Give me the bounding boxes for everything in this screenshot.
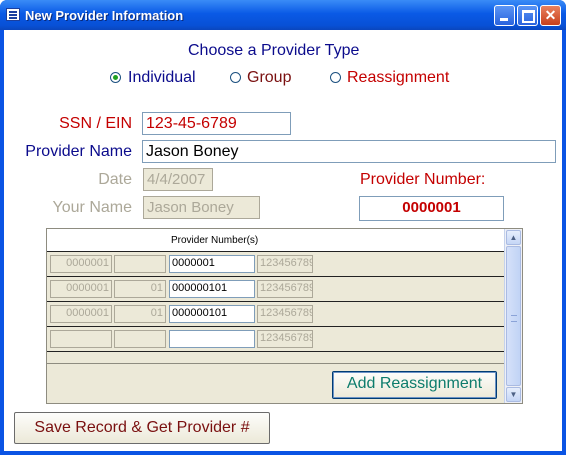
close-button[interactable]: ✕	[540, 5, 561, 26]
provider-name-field[interactable]: Jason Boney	[142, 140, 556, 163]
suffix-cell: 01	[114, 305, 166, 323]
scroll-thumb[interactable]	[506, 246, 521, 386]
subform-footer-divider	[47, 363, 506, 364]
provider-number-field: 0000001	[359, 196, 504, 221]
window-title: New Provider Information	[25, 8, 184, 23]
date-field: 4/4/2007	[143, 168, 213, 191]
subform-header: Provider Number(s)	[47, 229, 506, 252]
combined-number-input[interactable]: 000000101	[169, 280, 255, 298]
radio-reassignment-indicator[interactable]	[330, 72, 341, 83]
maximize-button[interactable]	[517, 5, 538, 26]
suffix-cell	[114, 255, 166, 273]
your-name-label: Your Name	[52, 199, 132, 216]
id-number-cell: 123456789	[257, 330, 313, 348]
id-number-cell: 123456789	[257, 305, 313, 323]
scroll-down-icon[interactable]: ▼	[506, 387, 521, 402]
scroll-up-icon[interactable]: ▲	[506, 230, 521, 245]
provider-number-label: Provider Number:	[360, 171, 486, 188]
radio-group-label[interactable]: Group	[247, 69, 291, 87]
id-number-cell: 123456789	[257, 280, 313, 298]
your-name-field: Jason Boney	[143, 196, 260, 219]
scroll-grip-icon	[511, 315, 517, 322]
provider-window: New Provider Information ✕ Choose a Prov…	[0, 0, 566, 455]
subform-row[interactable]: 0000001 0000001 123456789	[47, 252, 506, 277]
provider-number-cell: 0000001	[50, 280, 112, 298]
subform-new-row[interactable]: 123456789	[47, 327, 506, 352]
combined-number-input[interactable]: 0000001	[169, 255, 255, 273]
combined-number-input[interactable]	[169, 330, 255, 348]
add-reassignment-button[interactable]: Add Reassignment	[332, 371, 497, 399]
suffix-cell: 01	[114, 280, 166, 298]
provider-numbers-column-header: Provider Number(s)	[171, 235, 259, 246]
save-record-button[interactable]: Save Record & Get Provider #	[14, 412, 270, 444]
minimize-button[interactable]	[494, 5, 515, 26]
subform-row[interactable]: 0000001 01 000000101 123456789	[47, 302, 506, 327]
radio-individual-label[interactable]: Individual	[128, 69, 196, 87]
ssn-field[interactable]: 123-45-6789	[142, 112, 291, 135]
ssn-label: SSN / EIN	[59, 115, 132, 132]
subform-row[interactable]: 0000001 01 000000101 123456789	[47, 277, 506, 302]
title-bar[interactable]: New Provider Information ✕	[0, 0, 566, 30]
provider-name-label: Provider Name	[25, 143, 132, 160]
subform-scrollbar[interactable]: ▲ ▼	[504, 229, 522, 403]
radio-reassignment-label[interactable]: Reassignment	[347, 69, 449, 87]
date-label: Date	[98, 171, 132, 188]
radio-group-indicator[interactable]	[230, 72, 241, 83]
provider-type-heading: Choose a Provider Type	[188, 42, 360, 59]
provider-number-cell: 0000001	[50, 255, 112, 273]
suffix-cell	[114, 330, 166, 348]
provider-number-cell	[50, 330, 112, 348]
radio-individual-indicator[interactable]	[110, 72, 121, 83]
id-number-cell: 123456789	[257, 255, 313, 273]
form-app-icon	[6, 8, 20, 21]
provider-number-cell: 0000001	[50, 305, 112, 323]
combined-number-input[interactable]: 000000101	[169, 305, 255, 323]
